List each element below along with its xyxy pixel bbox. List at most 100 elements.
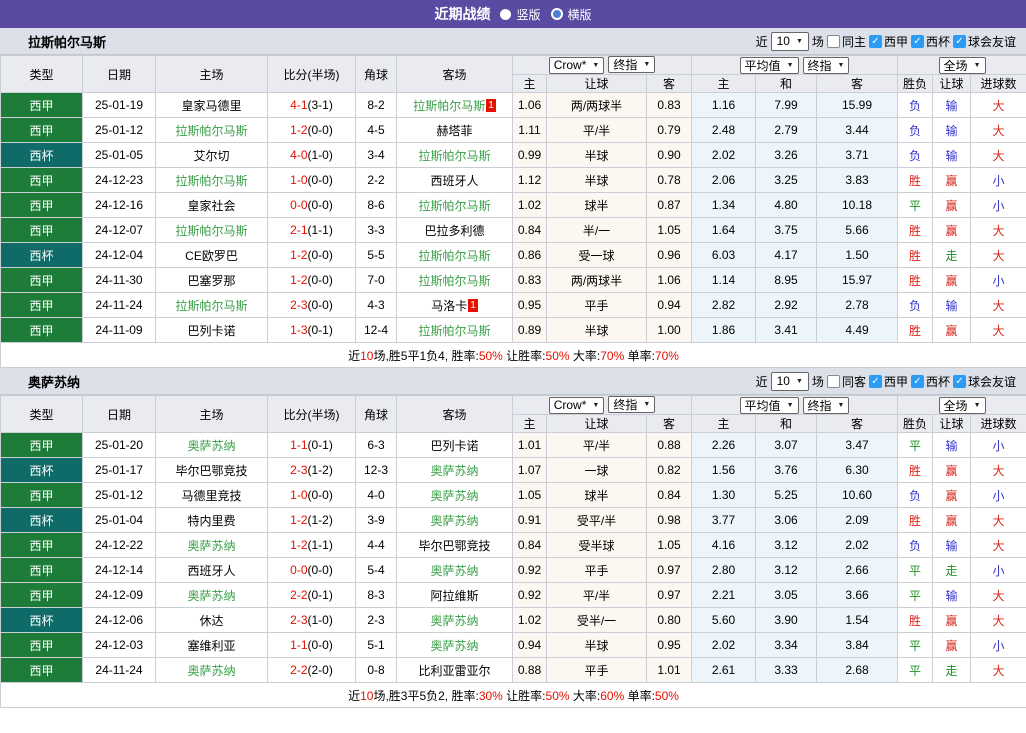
column-header: 比分(半场) bbox=[267, 55, 356, 93]
result-handicap: 输 bbox=[932, 117, 972, 143]
away-team[interactable]: 奥萨苏纳 bbox=[396, 607, 513, 633]
away-team[interactable]: 拉斯帕尔马斯 bbox=[396, 242, 513, 268]
odds-stage-select-value: 终指 bbox=[613, 398, 638, 413]
scope-select[interactable]: 全场 ▼ bbox=[938, 396, 986, 414]
away-team[interactable]: 拉斯帕尔马斯 bbox=[396, 142, 513, 168]
home-team[interactable]: 毕尔巴鄂竞技 bbox=[155, 457, 268, 483]
same-venue-checkbox[interactable]: 同客 bbox=[826, 373, 866, 390]
away-team[interactable]: 毕尔巴鄂竞技 bbox=[396, 532, 513, 558]
home-team[interactable]: 马德里竞技 bbox=[155, 482, 268, 508]
home-team[interactable]: 奥萨苏纳 bbox=[155, 532, 268, 558]
home-team[interactable]: 奥萨苏纳 bbox=[155, 582, 268, 608]
home-team[interactable]: 皇家社会 bbox=[155, 192, 268, 218]
away-team[interactable]: 奥萨苏纳 bbox=[396, 632, 513, 658]
odds-source-select[interactable]: Crow* ▼ bbox=[548, 396, 605, 414]
league-filter-checkbox-2[interactable]: ✓ 球会友谊 bbox=[952, 33, 1016, 50]
home-team[interactable]: 奥萨苏纳 bbox=[155, 657, 268, 683]
away-team[interactable]: 奥萨苏纳 bbox=[396, 457, 513, 483]
league-filter-checkbox-2[interactable]: ✓ 球会友谊 bbox=[952, 373, 1016, 390]
home-team[interactable]: 塞维利亚 bbox=[155, 632, 268, 658]
layout-radio-vertical[interactable]: 竖版 bbox=[500, 6, 541, 23]
avg-home: 4.16 bbox=[691, 532, 756, 558]
table-row: 西甲 24-11-09 巴列卡诺 1-3(0-1) 12-4 拉斯帕尔马斯 0.89 半球 1.… bbox=[0, 317, 1026, 343]
home-team[interactable]: 巴塞罗那 bbox=[155, 267, 268, 293]
match-date: 25-01-20 bbox=[82, 432, 156, 458]
recent-count-select[interactable]: 10 ▼ bbox=[770, 371, 809, 391]
avg-away: 2.02 bbox=[815, 532, 899, 558]
corner-count: 3-4 bbox=[355, 142, 397, 168]
chevron-down-icon: ▼ bbox=[795, 37, 803, 45]
home-team[interactable]: 西班牙人 bbox=[155, 557, 268, 583]
corner-count: 3-3 bbox=[355, 217, 397, 243]
odds-away: 0.94 bbox=[646, 292, 692, 318]
fulltime-score: 2-2 bbox=[290, 663, 308, 677]
home-team[interactable]: 艾尔切 bbox=[155, 142, 268, 168]
home-team[interactable]: CE欧罗巴 bbox=[155, 242, 268, 268]
recent-count-select[interactable]: 10 ▼ bbox=[770, 31, 809, 51]
odds-home: 0.92 bbox=[512, 582, 547, 608]
home-team[interactable]: 特内里费 bbox=[155, 507, 268, 533]
summary-segment: 30% bbox=[478, 688, 503, 703]
odds-source-select[interactable]: Crow* ▼ bbox=[548, 56, 605, 74]
halftime-score: (0-1) bbox=[307, 588, 333, 602]
home-team[interactable]: 休达 bbox=[155, 607, 268, 633]
result-outcome: 平 bbox=[897, 657, 934, 683]
league-filter-checkbox-1[interactable]: ✓ 西杯 bbox=[910, 373, 950, 390]
layout-radio-horizontal[interactable]: 横版 bbox=[550, 6, 592, 23]
match-date: 25-01-12 bbox=[82, 117, 156, 143]
away-team-name: 奥萨苏纳 bbox=[430, 463, 479, 478]
away-team[interactable]: 马洛卡 1 bbox=[396, 292, 513, 318]
table-row: 西甲 24-12-22 奥萨苏纳 1-2(1-1) 4-4 毕尔巴鄂竞技 0.84 受半球 1.… bbox=[0, 532, 1026, 558]
scope-select[interactable]: 全场 ▼ bbox=[938, 56, 986, 74]
score-cell: 0-0(0-0) bbox=[267, 557, 356, 583]
away-team[interactable]: 奥萨苏纳 bbox=[396, 507, 513, 533]
league-filter-checkbox-1[interactable]: ✓ 西杯 bbox=[910, 33, 950, 50]
home-team[interactable]: 拉斯帕尔马斯 bbox=[155, 217, 268, 243]
match-date: 24-12-03 bbox=[82, 632, 156, 658]
away-team[interactable]: 拉斯帕尔马斯 bbox=[396, 192, 513, 218]
away-team-name: 拉斯帕尔马斯 bbox=[418, 248, 491, 263]
odds-home: 0.84 bbox=[512, 532, 547, 558]
away-team[interactable]: 巴拉多利德 bbox=[396, 217, 513, 243]
away-team[interactable]: 奥萨苏纳 bbox=[396, 557, 513, 583]
away-team[interactable]: 赫塔菲 bbox=[396, 117, 513, 143]
corner-count: 8-2 bbox=[355, 92, 397, 118]
column-header: 主场 bbox=[155, 395, 268, 433]
away-team[interactable]: 拉斯帕尔马斯 bbox=[396, 317, 513, 343]
away-team[interactable]: 巴列卡诺 bbox=[396, 432, 513, 458]
result-handicap: 输 bbox=[932, 142, 972, 168]
league-filter-checkbox-0[interactable]: ✓ 西甲 bbox=[868, 373, 908, 390]
home-team[interactable]: 拉斯帕尔马斯 bbox=[155, 292, 268, 318]
away-team-name: 拉斯帕尔马斯 bbox=[418, 198, 491, 213]
same-venue-checkbox[interactable]: 同主 bbox=[826, 33, 866, 50]
checkbox-unchecked-icon bbox=[826, 34, 840, 48]
score-cell: 1-2(0-0) bbox=[267, 242, 356, 268]
recent-label: 近 bbox=[755, 34, 768, 49]
summary-segment: 70% bbox=[600, 348, 625, 363]
odds-stage-select[interactable]: 终指 ▼ bbox=[608, 56, 656, 74]
league-filter-checkbox-0[interactable]: ✓ 西甲 bbox=[868, 33, 908, 50]
home-team[interactable]: 皇家马德里 bbox=[155, 92, 268, 118]
away-team[interactable]: 阿拉维斯 bbox=[396, 582, 513, 608]
home-team[interactable]: 巴列卡诺 bbox=[155, 317, 268, 343]
result-outcome: 胜 bbox=[897, 457, 934, 483]
avg-stage-select[interactable]: 终指 ▼ bbox=[802, 396, 850, 414]
avg-source-select[interactable]: 平均值 ▼ bbox=[739, 56, 799, 74]
avg-home: 1.14 bbox=[691, 267, 756, 293]
result-outcome: 平 bbox=[897, 632, 934, 658]
away-team[interactable]: 拉斯帕尔马斯 bbox=[396, 267, 513, 293]
odds-stage-select[interactable]: 终指 ▼ bbox=[608, 396, 656, 414]
score-cell: 2-2(2-0) bbox=[267, 657, 356, 683]
away-team[interactable]: 西班牙人 bbox=[396, 167, 513, 193]
home-team[interactable]: 奥萨苏纳 bbox=[155, 432, 268, 458]
match-date: 24-12-14 bbox=[82, 557, 156, 583]
home-team[interactable]: 拉斯帕尔马斯 bbox=[155, 117, 268, 143]
avg-source-select[interactable]: 平均值 ▼ bbox=[739, 396, 799, 414]
away-team[interactable]: 奥萨苏纳 bbox=[396, 482, 513, 508]
away-team[interactable]: 拉斯帕尔马斯 1 bbox=[396, 92, 513, 118]
avg-stage-select[interactable]: 终指 ▼ bbox=[802, 56, 850, 74]
odds-home: 1.05 bbox=[512, 482, 547, 508]
home-team[interactable]: 拉斯帕尔马斯 bbox=[155, 167, 268, 193]
away-team[interactable]: 比利亚雷亚尔 bbox=[396, 657, 513, 683]
summary-text: 近10场,胜3平5负2, 胜率:30% 让胜率:50% 大率:60% 单率:50… bbox=[0, 682, 1026, 708]
